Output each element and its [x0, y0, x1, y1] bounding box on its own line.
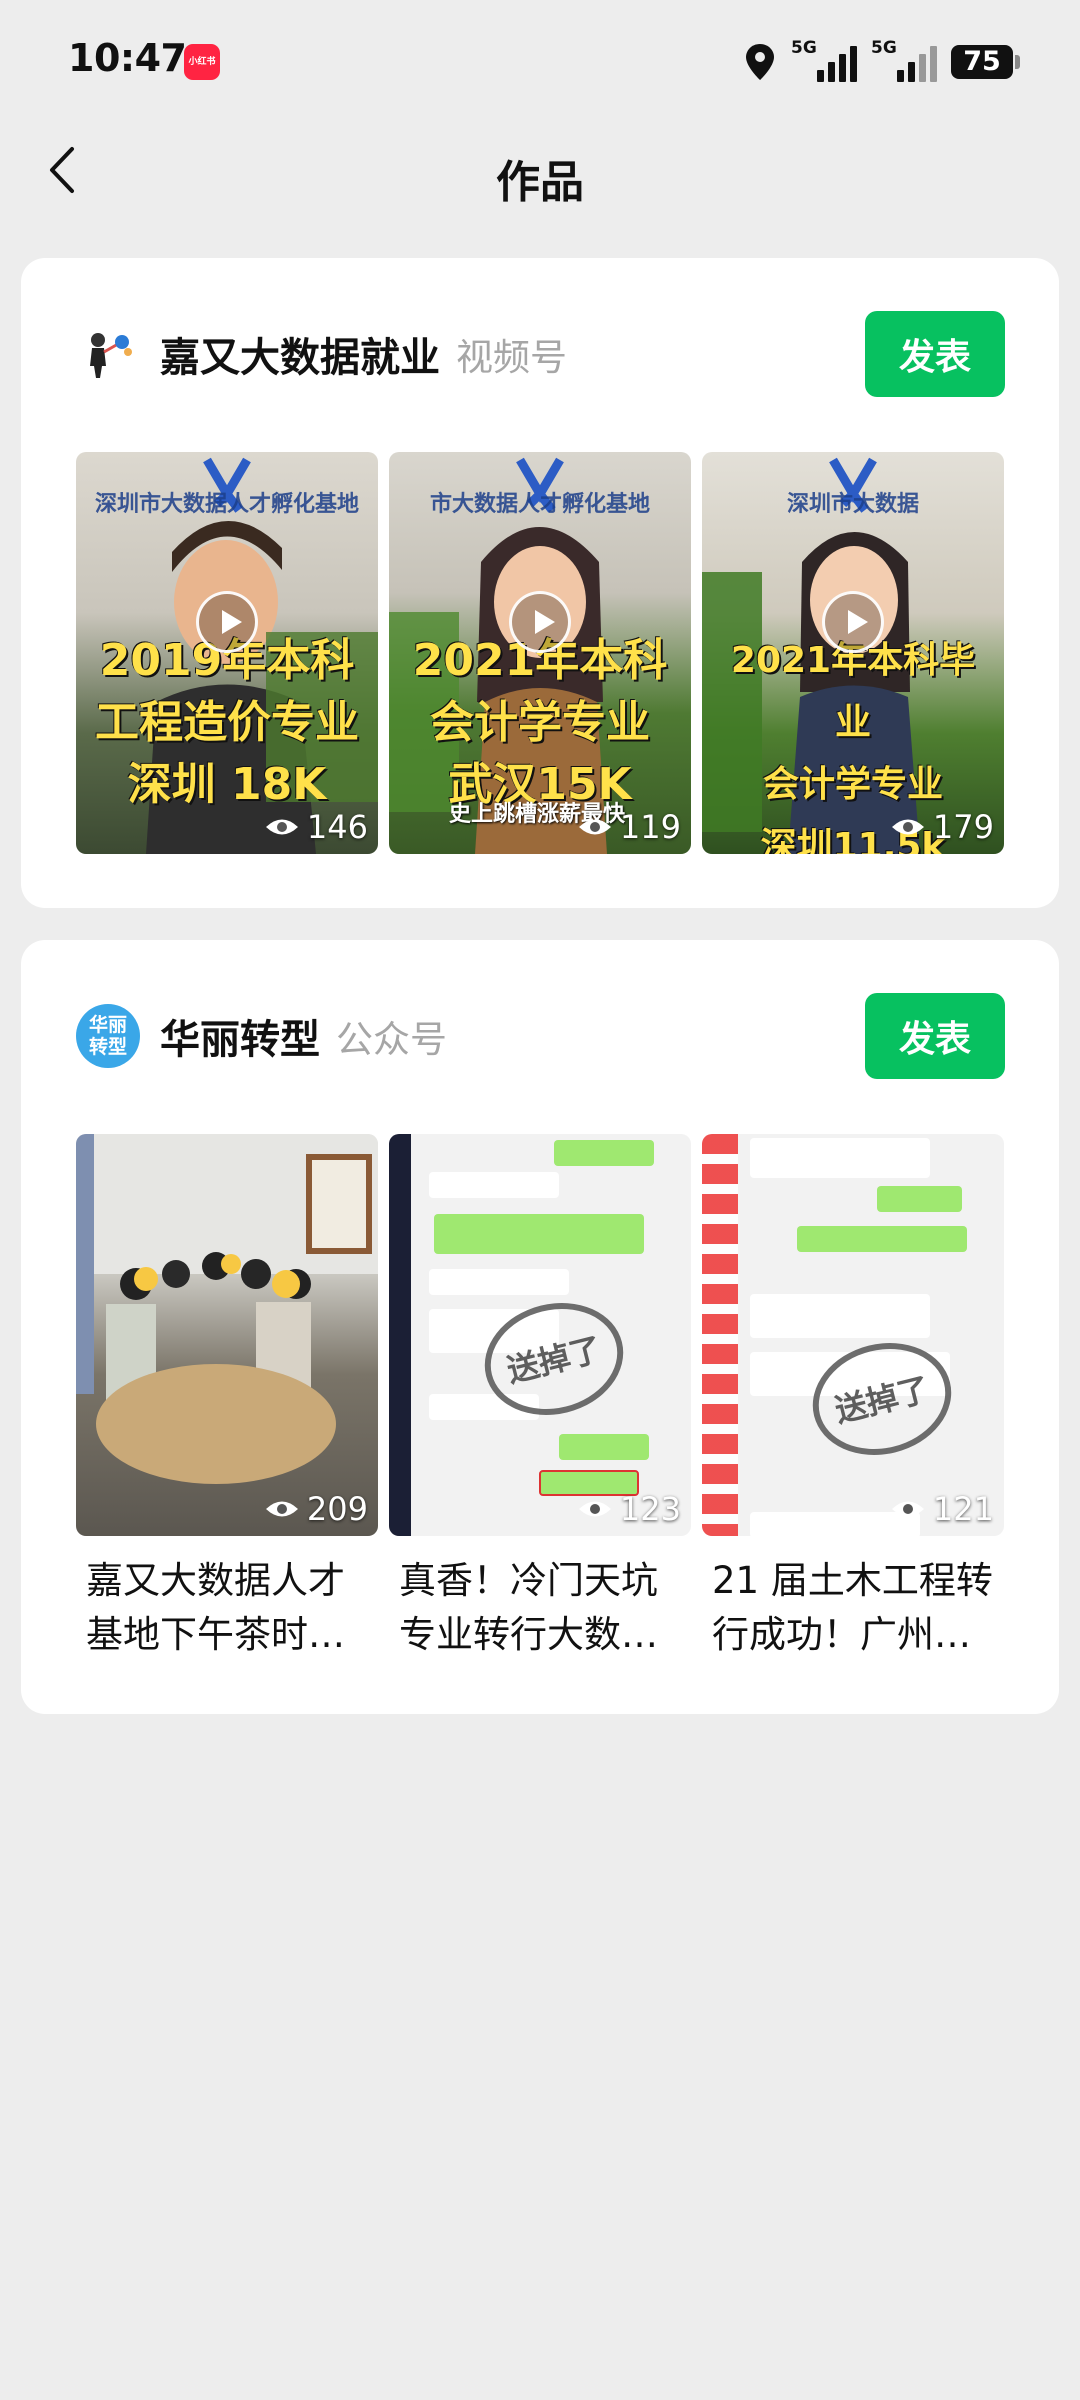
- view-count-value: 209: [306, 1490, 368, 1528]
- article-title[interactable]: 21 届土木工程转行成功！广州…: [702, 1554, 1004, 1662]
- publish-button[interactable]: 发表: [865, 993, 1005, 1079]
- article-thumbnail[interactable]: 209: [76, 1134, 378, 1536]
- video-list: 深圳市大数据人才孵化基地 2019年本科 工程造价专业 深圳 18K 146 市…: [76, 452, 1004, 854]
- view-count-value: 119: [619, 808, 681, 846]
- avatar-text: 华丽转型: [88, 1014, 127, 1058]
- view-count: 179: [891, 808, 994, 846]
- view-count: 123: [578, 1490, 681, 1528]
- view-count: 146: [265, 808, 368, 846]
- account-card-official: 华丽转型 华丽转型 公众号 发表 209 送掉了 123 送掉了 121 嘉又大…: [21, 940, 1059, 1714]
- account-type: 视频号: [456, 336, 567, 379]
- hundred-emoji-strip: [702, 1134, 738, 1536]
- account-name: 华丽转型: [160, 1017, 320, 1063]
- article-thumbnail[interactable]: 送掉了 123: [389, 1134, 691, 1536]
- video-caption: 2019年本科 工程造价专业 深圳 18K: [95, 635, 359, 810]
- avatar[interactable]: 华丽转型: [76, 1004, 140, 1068]
- account-card-channels: 嘉又大数据就业 视频号 发表 深圳市大数据人才孵化基地 2019年本科 工程造价…: [21, 258, 1059, 908]
- eye-icon: [265, 819, 298, 835]
- nav-bar: 作品: [0, 124, 1080, 218]
- status-time: 10:47: [68, 36, 187, 80]
- battery-level: 75: [951, 45, 1013, 79]
- app-notification-icon: 小红书: [184, 44, 220, 80]
- eye-icon: [891, 1501, 924, 1517]
- article-thumbnail[interactable]: 送掉了 121: [702, 1134, 1004, 1536]
- status-bar: 10:47 小红书 5G 5G 75: [0, 0, 1080, 124]
- eye-icon: [578, 1501, 611, 1517]
- group-photo-image: [76, 1134, 378, 1484]
- eye-icon: [265, 1501, 298, 1517]
- chat-bubble: [429, 1172, 559, 1198]
- location-icon: [746, 44, 774, 80]
- video-thumbnail[interactable]: 深圳市大数据人才孵化基地 2019年本科 工程造价专业 深圳 18K 146: [76, 452, 378, 854]
- view-count: 121: [891, 1490, 994, 1528]
- starfield-strip: [389, 1134, 411, 1536]
- chat-bubble: [434, 1214, 644, 1254]
- article-titles: 嘉又大数据人才基地下午茶时… 真香！冷门天坑专业转行大数… 21 届土木工程转行…: [76, 1554, 1004, 1662]
- signal-icon-2: 5G: [871, 38, 937, 82]
- article-title[interactable]: 真香！冷门天坑专业转行大数…: [389, 1554, 691, 1662]
- chat-bubble: [429, 1269, 569, 1295]
- video-thumbnail[interactable]: 市大数据人才孵化基地 2021年本科 会计学专业 武汉15K 史上跳槽涨薪最快 …: [389, 452, 691, 854]
- view-count-value: 121: [932, 1490, 994, 1528]
- status-icons: 5G 5G 75: [743, 36, 1020, 88]
- page-title: 作品: [496, 157, 584, 208]
- chat-bubble: [797, 1226, 967, 1252]
- play-icon: [509, 591, 571, 653]
- chat-bubble: [750, 1294, 930, 1338]
- video-caption: 2021年本科 会计学专业 武汉15K: [412, 635, 668, 810]
- chat-bubble: [877, 1186, 962, 1212]
- network-type-label: 5G: [791, 38, 817, 58]
- eye-icon: [578, 819, 611, 835]
- signal-icon-1: 5G: [791, 38, 857, 82]
- article-list: 209 送掉了 123 送掉了 121: [76, 1134, 1004, 1536]
- chat-bubble: [554, 1140, 654, 1166]
- view-count-value: 146: [306, 808, 368, 846]
- battery-icon: 75: [951, 45, 1020, 79]
- view-count: 209: [265, 1490, 368, 1528]
- chat-bubble: [750, 1138, 930, 1178]
- account-name: 嘉又大数据就业: [160, 335, 440, 381]
- article-title[interactable]: 嘉又大数据人才基地下午茶时…: [76, 1554, 378, 1662]
- play-icon: [822, 591, 884, 653]
- publish-button[interactable]: 发表: [865, 311, 1005, 397]
- account-header: 华丽转型 华丽转型 公众号 发表: [76, 992, 1005, 1080]
- view-count-value: 123: [619, 1490, 681, 1528]
- avatar[interactable]: [76, 322, 140, 386]
- network-type-label: 5G: [871, 38, 897, 58]
- chat-bubble: [559, 1434, 649, 1460]
- video-thumbnail[interactable]: 深圳市大数据 2021年本科毕业 会计学专业 深圳11.5k 179: [702, 452, 1004, 854]
- offer-stamp: 送掉了: [800, 1328, 964, 1470]
- play-icon: [196, 591, 258, 653]
- account-type: 公众号: [336, 1018, 447, 1061]
- view-count-value: 179: [932, 808, 994, 846]
- view-count: 119: [578, 808, 681, 846]
- eye-icon: [891, 819, 924, 835]
- account-header: 嘉又大数据就业 视频号 发表: [76, 310, 1005, 398]
